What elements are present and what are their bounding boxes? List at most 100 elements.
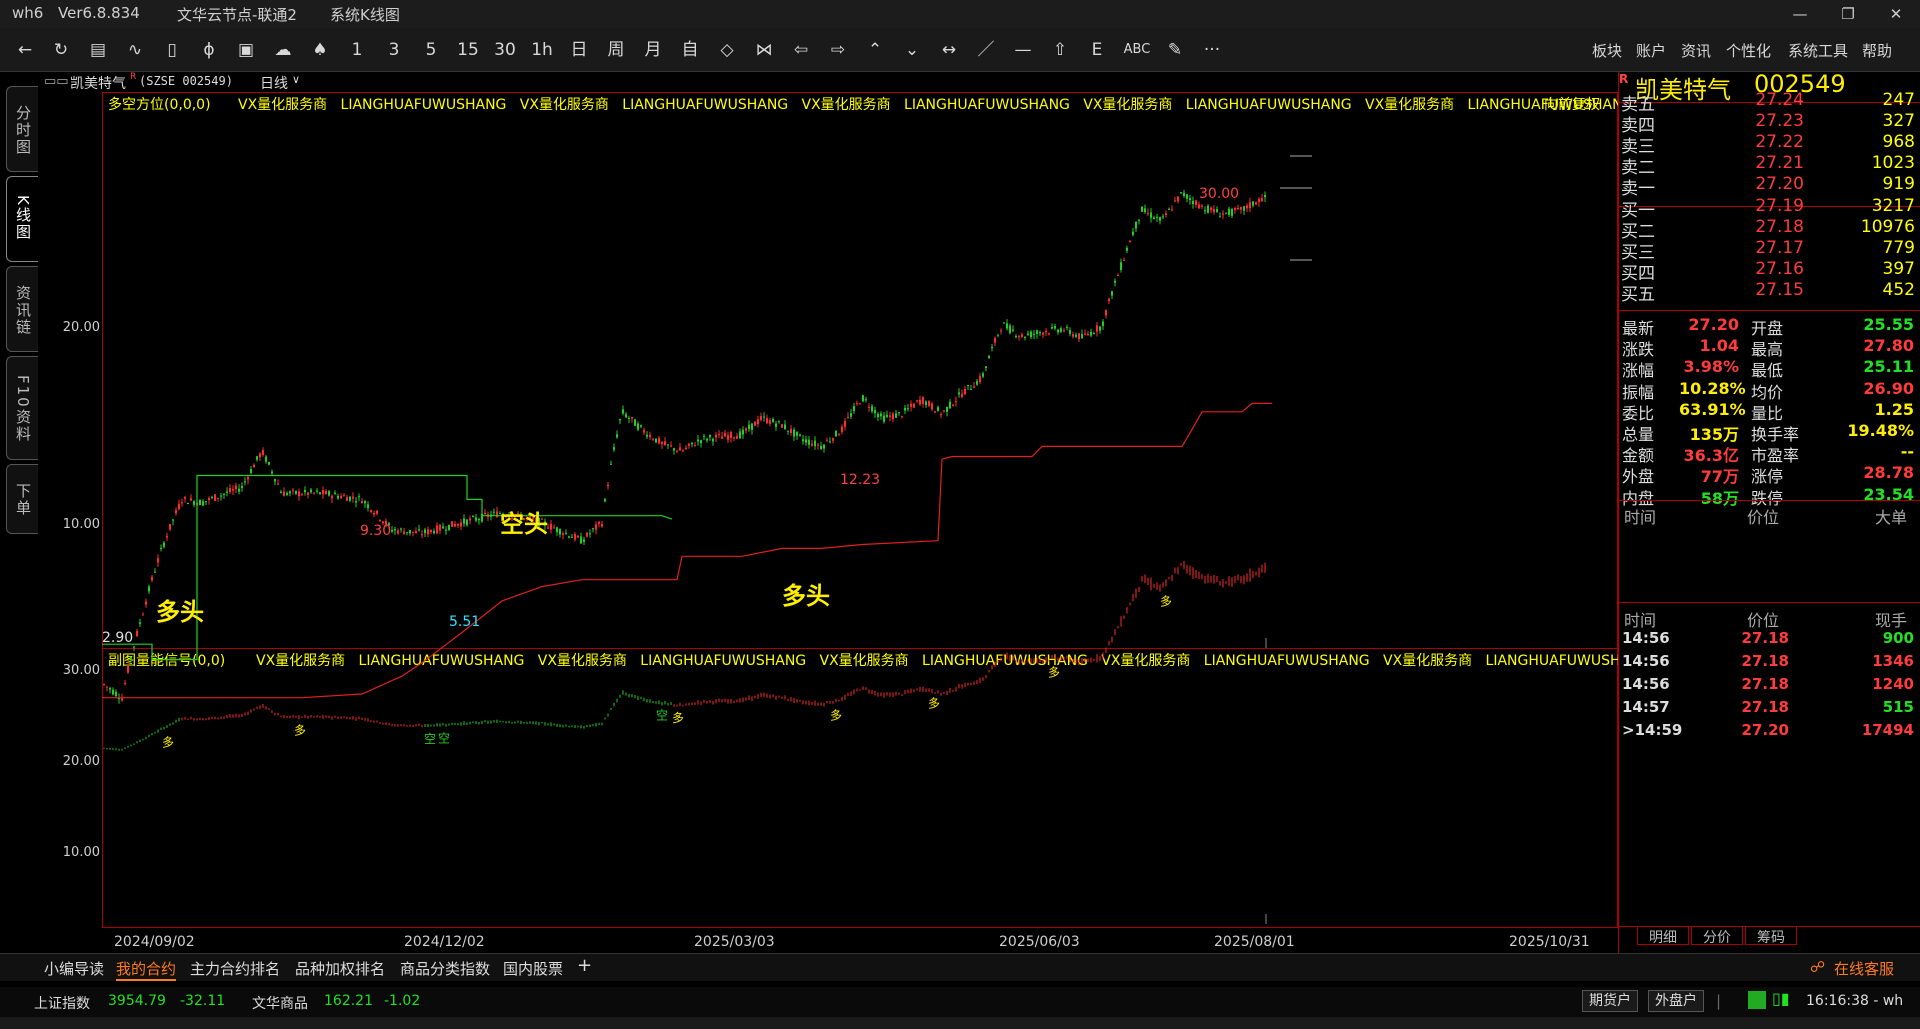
candle-body xyxy=(559,529,561,535)
candle-body xyxy=(1006,323,1008,329)
tab-detail[interactable]: 明细 xyxy=(1637,927,1689,946)
big-header-big: 大单 xyxy=(1875,508,1908,527)
tab-kline[interactable]: K线图 xyxy=(6,176,38,262)
tab-domestic-stocks[interactable]: 国内股票 xyxy=(503,958,563,979)
period-3min[interactable]: 3 xyxy=(379,36,409,64)
menu-help[interactable]: 帮助 xyxy=(1862,40,1892,61)
headset-icon[interactable]: ☍ xyxy=(1810,958,1825,976)
tab-chips[interactable]: 筹码 xyxy=(1745,927,1797,946)
more-icon[interactable]: ··· xyxy=(1197,36,1227,64)
refresh-icon[interactable]: ↻ xyxy=(46,36,76,64)
toolbar: ← ↻ ▤ ∿ ▯ ϕ ▣ ☁ ♠ 1 3 5 15 30 1h 日 周 月 自… xyxy=(0,28,1920,72)
candle-body xyxy=(469,518,471,521)
tab-order[interactable]: 下单 xyxy=(6,464,38,534)
line-chart-icon[interactable]: ∿ xyxy=(120,36,150,64)
candle-body xyxy=(313,492,315,494)
table-icon[interactable]: ▤ xyxy=(83,36,113,64)
candle-body xyxy=(793,429,795,437)
tab-price-dist[interactable]: 分价 xyxy=(1691,927,1743,946)
text-tool-icon[interactable]: ABC xyxy=(1119,36,1155,64)
period-week[interactable]: 周 xyxy=(601,36,631,64)
draw-line-icon[interactable]: ／ xyxy=(971,36,1001,64)
grid-icon[interactable] xyxy=(1748,991,1766,1009)
zoom-in-icon[interactable]: ⌃ xyxy=(860,36,890,64)
period-30min[interactable]: 30 xyxy=(490,36,520,64)
period-5min[interactable]: 5 xyxy=(416,36,446,64)
bowtie-icon[interactable]: ⋈ xyxy=(749,36,779,64)
menu-tools[interactable]: 系统工具 xyxy=(1788,40,1848,61)
arrow-right-icon[interactable]: ⇨ xyxy=(823,36,853,64)
candle-body xyxy=(1207,205,1209,213)
tab-timeshare[interactable]: 分时图 xyxy=(6,86,38,172)
futures-account-button[interactable]: 期货户 xyxy=(1582,990,1638,1012)
diamond-icon[interactable]: ◇ xyxy=(712,36,742,64)
bid-volume: 779 xyxy=(1882,238,1915,258)
candle-body xyxy=(433,530,435,534)
candle-body xyxy=(325,490,327,495)
tab-commodity-index[interactable]: 商品分类指数 xyxy=(400,958,490,979)
link-icon[interactable]: ▭▭ xyxy=(44,74,69,89)
candle-body xyxy=(1168,208,1170,210)
candle-body xyxy=(829,441,831,443)
candle-body xyxy=(802,439,804,442)
pen-icon[interactable]: ✎ xyxy=(1160,36,1190,64)
zoom-out-icon[interactable]: ⌄ xyxy=(897,36,927,64)
menu-news[interactable]: 资讯 xyxy=(1681,40,1711,61)
horizontal-line-icon[interactable]: — xyxy=(1008,36,1038,64)
period-month[interactable]: 月 xyxy=(638,36,668,64)
ask-price: 27.24 xyxy=(1755,90,1804,110)
kline-icon[interactable]: ▯ xyxy=(157,36,187,64)
kline-chart[interactable]: 9.30 12.23 30.00 5.51 2.90 多头 空头 多头 多多空空… xyxy=(102,92,1618,928)
candle-body xyxy=(880,413,882,417)
foreign-account-button[interactable]: 外盘户 xyxy=(1648,990,1704,1012)
candle-body xyxy=(718,433,720,435)
back-icon[interactable]: ← xyxy=(10,36,40,64)
tab-newschain[interactable]: 资讯链 xyxy=(6,266,38,352)
fib-icon[interactable]: E xyxy=(1082,36,1112,64)
period-select[interactable]: 日线 xyxy=(260,73,288,93)
sub-signal-marker: 多 xyxy=(1048,666,1060,680)
index2-value: 162.21 xyxy=(324,993,373,1009)
r-badge: R xyxy=(130,72,137,82)
period-1h[interactable]: 1h xyxy=(527,36,557,64)
candle-body xyxy=(979,376,981,383)
menu-sector[interactable]: 板块 xyxy=(1592,40,1622,61)
tick-icon[interactable]: ϕ xyxy=(194,36,224,64)
arrow-left-icon[interactable]: ⇦ xyxy=(786,36,816,64)
tab-f10[interactable]: F10资料 xyxy=(6,356,38,460)
online-service[interactable]: 在线客服 xyxy=(1834,958,1894,979)
maximize-button[interactable]: ❐ xyxy=(1828,2,1868,26)
add-tab-button[interactable]: + xyxy=(577,955,592,976)
candle-body xyxy=(154,571,156,573)
menu-account[interactable]: 账户 xyxy=(1636,40,1666,61)
candle-body xyxy=(412,531,414,533)
candle-body xyxy=(1114,280,1116,283)
crosshair-icon[interactable]: ↔ xyxy=(934,36,964,64)
bell-icon[interactable]: ♠ xyxy=(305,36,335,64)
period-15min[interactable]: 15 xyxy=(453,36,483,64)
period-day[interactable]: 日 xyxy=(564,36,594,64)
minimize-button[interactable]: — xyxy=(1780,2,1820,26)
up-arrow-icon[interactable]: ⇧ xyxy=(1045,36,1075,64)
menu-personalize[interactable]: 个性化 xyxy=(1726,40,1771,61)
cloud-icon[interactable]: ☁ xyxy=(268,36,298,64)
period-1min[interactable]: 1 xyxy=(342,36,372,64)
candle-body xyxy=(883,415,885,422)
tab-my-contracts[interactable]: 我的合约 xyxy=(116,958,177,981)
candle-body xyxy=(610,463,612,465)
window-icon[interactable]: ▣ xyxy=(231,36,261,64)
sub-y-tick-30: 30.00 xyxy=(62,663,100,678)
close-button[interactable]: ✕ xyxy=(1876,2,1916,26)
candle-body xyxy=(574,533,576,540)
tab-weighted-ranking[interactable]: 品种加权排名 xyxy=(295,958,385,979)
candle-body xyxy=(1003,322,1005,324)
chevron-down-icon[interactable]: ∨ xyxy=(292,73,300,86)
tab-main-ranking[interactable]: 主力合约排名 xyxy=(190,958,280,979)
sub-signal-marker: 多 xyxy=(294,723,306,737)
candle-body xyxy=(271,471,273,474)
candle-body xyxy=(1180,192,1182,194)
candle-body xyxy=(937,407,939,411)
period-custom[interactable]: 自 xyxy=(675,36,705,64)
tab-guide[interactable]: 小编导读 xyxy=(44,958,104,979)
candle-body xyxy=(988,356,990,359)
